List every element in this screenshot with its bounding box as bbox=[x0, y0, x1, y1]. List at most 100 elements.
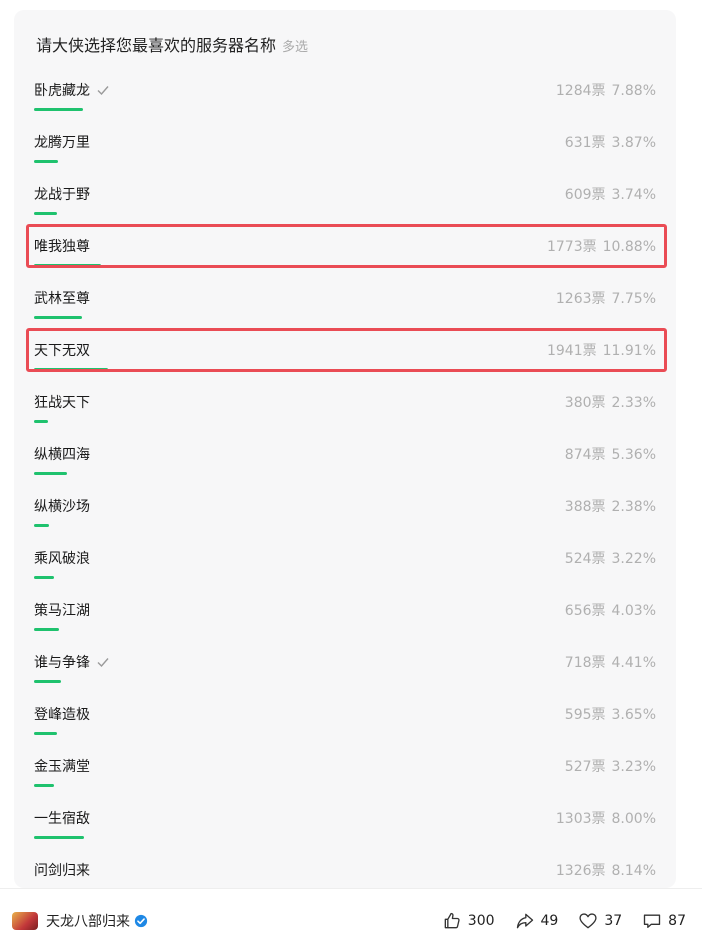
poll-option-text: 登峰造极 bbox=[34, 707, 90, 723]
poll-option[interactable]: 谁与争锋 718票 4.41% bbox=[14, 640, 676, 692]
vote-count: 874票 bbox=[564, 447, 606, 463]
poll-option-text: 策马江湖 bbox=[34, 603, 90, 619]
vote-percent: 3.23% bbox=[611, 759, 656, 775]
poll-option-label: 谁与争锋 bbox=[34, 652, 110, 672]
favorite-button[interactable]: 37 bbox=[578, 911, 622, 931]
poll-option-label: 唯我独尊 bbox=[34, 236, 90, 256]
poll-option[interactable]: 狂战天下 380票 2.33% bbox=[14, 380, 676, 432]
share-button[interactable]: 49 bbox=[515, 911, 558, 931]
check-icon bbox=[97, 86, 109, 96]
vote-percent: 3.74% bbox=[611, 187, 656, 203]
author-avatar[interactable] bbox=[12, 912, 38, 930]
vote-progress-bar bbox=[34, 784, 54, 787]
poll-option-text: 龙战于野 bbox=[34, 187, 90, 203]
poll-option-label: 问剑归来 bbox=[34, 860, 90, 880]
poll-option-text: 纵横沙场 bbox=[34, 499, 90, 515]
poll-option-stats: 1284票 7.88% bbox=[556, 80, 656, 100]
vote-count: 388票 bbox=[564, 499, 606, 515]
poll-option[interactable]: 登峰造极 595票 3.65% bbox=[14, 692, 676, 744]
poll-option[interactable]: 金玉满堂 527票 3.23% bbox=[14, 744, 676, 796]
poll-option-label: 狂战天下 bbox=[34, 392, 90, 412]
poll-option-text: 唯我独尊 bbox=[34, 239, 90, 255]
poll-option-label: 乘风破浪 bbox=[34, 548, 90, 568]
vote-percent: 3.65% bbox=[611, 707, 656, 723]
author-name[interactable]: 天龙八部归来 bbox=[46, 911, 130, 931]
vote-progress-bar bbox=[34, 108, 83, 111]
poll-option-label: 龙战于野 bbox=[34, 184, 90, 204]
poll-option[interactable]: 龙腾万里 631票 3.87% bbox=[14, 120, 676, 172]
poll-option-text: 武林至尊 bbox=[34, 291, 90, 307]
author-info[interactable]: 天龙八部归来 bbox=[12, 911, 148, 931]
poll-option[interactable]: 一生宿敌 1303票 8.00% bbox=[14, 796, 676, 848]
poll-option-stats: 874票 5.36% bbox=[565, 444, 656, 464]
vote-percent: 7.88% bbox=[611, 83, 656, 99]
poll-option-text: 金玉满堂 bbox=[34, 759, 90, 775]
poll-option-stats: 1303票 8.00% bbox=[556, 808, 656, 828]
poll-option-stats: 380票 2.33% bbox=[565, 392, 656, 412]
vote-percent: 4.41% bbox=[611, 655, 656, 671]
like-button[interactable]: 300 bbox=[442, 911, 495, 931]
vote-count: 527票 bbox=[564, 759, 606, 775]
vote-count: 631票 bbox=[564, 135, 606, 151]
poll-option-stats: 656票 4.03% bbox=[565, 600, 656, 620]
poll-option[interactable]: 纵横沙场 388票 2.38% bbox=[14, 484, 676, 536]
poll-option[interactable]: 武林至尊 1263票 7.75% bbox=[14, 276, 676, 328]
vote-count: 595票 bbox=[564, 707, 606, 723]
vote-percent: 5.36% bbox=[611, 447, 656, 463]
post-actions: 300 49 37 87 bbox=[422, 911, 686, 931]
poll-option[interactable]: 纵横四海 874票 5.36% bbox=[14, 432, 676, 484]
poll-option[interactable]: 问剑归来 1326票 8.14% bbox=[14, 848, 676, 888]
poll-option-text: 问剑归来 bbox=[34, 863, 90, 879]
poll-option[interactable]: 卧虎藏龙 1284票 7.88% bbox=[14, 68, 676, 120]
vote-progress-bar bbox=[34, 160, 58, 163]
vote-percent: 2.33% bbox=[611, 395, 656, 411]
poll-option[interactable]: 乘风破浪 524票 3.22% bbox=[14, 536, 676, 588]
vote-progress-bar bbox=[34, 524, 49, 527]
vote-count: 1326票 bbox=[555, 863, 606, 879]
poll-option-label: 金玉满堂 bbox=[34, 756, 90, 776]
thumbs-up-icon bbox=[444, 912, 460, 929]
vote-progress-bar bbox=[34, 472, 67, 475]
vote-percent: 2.38% bbox=[611, 499, 656, 515]
vote-progress-bar bbox=[34, 368, 108, 371]
vote-percent: 11.91% bbox=[602, 343, 656, 359]
vote-percent: 4.03% bbox=[611, 603, 656, 619]
vote-percent: 7.75% bbox=[611, 291, 656, 307]
vote-percent: 8.14% bbox=[611, 863, 656, 879]
vote-progress-bar bbox=[34, 732, 57, 735]
vote-percent: 10.88% bbox=[602, 239, 656, 255]
poll-option-label: 纵横四海 bbox=[34, 444, 90, 464]
vote-progress-bar bbox=[34, 628, 59, 631]
poll-option[interactable]: 天下无双 1941票 11.91% bbox=[14, 328, 676, 380]
poll-option-stats: 527票 3.23% bbox=[565, 756, 656, 776]
vote-count: 1303票 bbox=[555, 811, 606, 827]
poll-title: 请大侠选择您最喜欢的服务器名称 bbox=[36, 36, 277, 55]
favorite-count: 37 bbox=[604, 913, 623, 929]
vote-progress-bar bbox=[34, 264, 101, 267]
vote-count: 609票 bbox=[564, 187, 606, 203]
vote-progress-bar bbox=[34, 576, 54, 579]
poll-option-stats: 609票 3.74% bbox=[565, 184, 656, 204]
poll-option-text: 一生宿敌 bbox=[34, 811, 90, 827]
poll-option-stats: 631票 3.87% bbox=[565, 132, 656, 152]
poll-option-stats: 595票 3.65% bbox=[565, 704, 656, 724]
poll-option-text: 卧虎藏龙 bbox=[34, 83, 90, 99]
poll-option-label: 纵横沙场 bbox=[34, 496, 90, 516]
vote-progress-bar bbox=[34, 316, 82, 319]
poll-option-stats: 718票 4.41% bbox=[565, 652, 656, 672]
vote-count: 656票 bbox=[564, 603, 606, 619]
poll-option[interactable]: 策马江湖 656票 4.03% bbox=[14, 588, 676, 640]
poll-option[interactable]: 龙战于野 609票 3.74% bbox=[14, 172, 676, 224]
poll-header: 请大侠选择您最喜欢的服务器名称 多选 bbox=[36, 32, 308, 56]
poll-option-text: 狂战天下 bbox=[34, 395, 90, 411]
vote-progress-bar bbox=[34, 836, 84, 839]
poll-option-label: 卧虎藏龙 bbox=[34, 80, 110, 100]
vote-count: 1941票 bbox=[546, 343, 597, 359]
poll-option-stats: 1326票 8.14% bbox=[556, 860, 656, 880]
share-arrow-icon bbox=[516, 913, 533, 929]
comment-button[interactable]: 87 bbox=[642, 911, 686, 931]
poll-option[interactable]: 唯我独尊 1773票 10.88% bbox=[14, 224, 676, 276]
vote-count: 718票 bbox=[564, 655, 606, 671]
poll-option-text: 龙腾万里 bbox=[34, 135, 90, 151]
like-count: 300 bbox=[467, 913, 495, 929]
